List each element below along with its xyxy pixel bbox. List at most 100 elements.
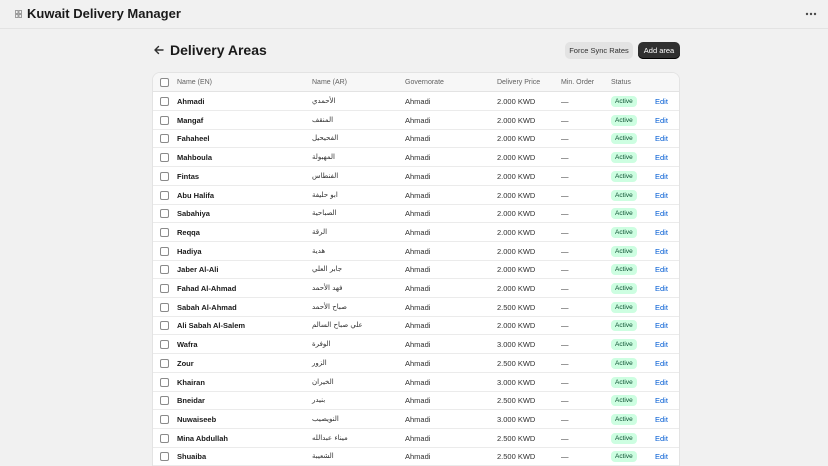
row-checkbox[interactable] [160, 321, 169, 331]
status-badge: Active [611, 376, 637, 388]
edit-link[interactable]: Edit [655, 396, 668, 405]
edit-link[interactable]: Edit [655, 321, 668, 330]
table-row[interactable]: Wafra الوفرة Ahmadi 3.000 KWD — Active Edit [153, 335, 679, 355]
governorate: Ahmadi [405, 284, 431, 293]
row-checkbox[interactable] [160, 227, 169, 237]
row-checkbox[interactable] [160, 265, 169, 275]
table-row[interactable]: Khairan الخيران Ahmadi 3.000 KWD — Active Edit [153, 373, 679, 392]
app-grid-icon [15, 10, 22, 18]
table-row[interactable]: Ahmadi الأحمدي Ahmadi 2.000 KWD — Active Edit [153, 92, 679, 111]
delivery-price: 3.000 KWD [497, 340, 536, 350]
min-order: — [561, 246, 569, 256]
column-header-name-en[interactable]: Name (EN) [177, 78, 212, 87]
column-header-delivery-price[interactable]: Delivery Price [497, 78, 540, 87]
edit-link[interactable]: Edit [655, 172, 668, 181]
row-checkbox[interactable] [160, 171, 169, 181]
row-checkbox[interactable] [160, 358, 169, 368]
governorate: Ahmadi [405, 265, 431, 275]
row-checkbox[interactable] [160, 209, 169, 219]
table-row[interactable]: Mahboula المهبولة Ahmadi 2.000 KWD — Active Ed… [153, 148, 679, 168]
delivery-price: 2.000 KWD [497, 321, 536, 331]
force-sync-rates-button[interactable]: Force Sync Rates [565, 42, 633, 59]
column-header-name-ar[interactable]: Name (AR) [312, 78, 347, 87]
more-menu-button[interactable] [802, 6, 820, 22]
edit-link[interactable]: Edit [655, 209, 668, 218]
add-area-button[interactable]: Add area [638, 42, 680, 59]
table-row[interactable]: Abu Halifa ابو حليفة Ahmadi 2.000 KWD — Activ… [153, 186, 679, 205]
table-row[interactable]: Fahad Al-Ahmad فهد الأحمد Ahmadi 2.000 KWD —… [153, 279, 679, 298]
column-header-status[interactable]: Status [611, 78, 631, 87]
area-name-ar: علي صباح السالم [312, 321, 363, 330]
row-checkbox[interactable] [160, 134, 169, 144]
edit-link[interactable]: Edit [655, 284, 668, 293]
edit-link[interactable]: Edit [655, 97, 668, 106]
back-button[interactable] [152, 43, 166, 57]
table-row[interactable]: Ali Sabah Al-Salem علي صباح السالم Ahmadi 2… [153, 316, 679, 336]
area-name-en: Mahboula [177, 153, 212, 163]
area-name-ar: الأحمدي [312, 97, 336, 105]
status-badge: Active [611, 170, 637, 182]
min-order: — [561, 321, 569, 331]
table-row[interactable]: Fahaheel الفحيحيل Ahmadi 2.000 KWD — Active Ed… [153, 129, 679, 149]
area-name-ar: جابر العلي [312, 265, 343, 274]
row-checkbox[interactable] [160, 396, 169, 406]
edit-link[interactable]: Edit [655, 359, 668, 368]
top-bar: Kuwait Delivery Manager [0, 0, 828, 29]
edit-link[interactable]: Edit [655, 153, 668, 162]
row-checkbox[interactable] [160, 284, 169, 293]
table-row[interactable]: Mangaf المنقف Ahmadi 2.000 KWD — Active Edit [153, 111, 679, 130]
area-name-ar: ميناء عبدالله [312, 433, 348, 442]
edit-link[interactable]: Edit [655, 415, 668, 424]
row-checkbox[interactable] [160, 414, 169, 424]
table-row[interactable]: Shuaiba الشعيبة Ahmadi 2.500 KWD — Active Edit [153, 447, 679, 466]
delivery-price: 2.000 KWD [497, 265, 536, 275]
governorate: Ahmadi [405, 115, 431, 125]
edit-link[interactable]: Edit [655, 265, 668, 274]
table-row[interactable]: Reqqa الرقة Ahmadi 2.000 KWD — Active Edit [153, 223, 679, 242]
edit-link[interactable]: Edit [655, 434, 668, 443]
row-checkbox[interactable] [160, 153, 169, 163]
row-checkbox[interactable] [160, 302, 169, 312]
edit-link[interactable]: Edit [655, 228, 668, 237]
status-badge: Active [611, 208, 637, 220]
table-row[interactable]: Bneidar بنيدر Ahmadi 2.500 KWD — Active Edit [153, 391, 679, 411]
table-row[interactable]: Sabah Al-Ahmad صباح الأحمد Ahmadi 2.500 KWD… [153, 298, 679, 317]
table-row[interactable]: Mina Abdullah ميناء عبدالله Ahmadi 2.500 KW… [153, 429, 679, 448]
governorate: Ahmadi [405, 190, 431, 200]
row-checkbox[interactable] [160, 433, 169, 443]
edit-link[interactable]: Edit [655, 116, 668, 125]
delivery-price: 2.500 KWD [497, 358, 536, 368]
edit-link[interactable]: Edit [655, 134, 668, 143]
row-checkbox[interactable] [160, 190, 169, 200]
governorate: Ahmadi [405, 302, 431, 312]
status-badge: Active [611, 189, 637, 201]
area-name-en: Hadiya [177, 246, 202, 256]
edit-link[interactable]: Edit [655, 303, 668, 312]
edit-link[interactable]: Edit [655, 452, 668, 461]
row-checkbox[interactable] [160, 97, 169, 106]
area-name-ar: الخيران [312, 377, 334, 386]
area-name-en: Sabahiya [177, 209, 210, 219]
row-checkbox[interactable] [160, 340, 169, 350]
column-header-min-order[interactable]: Min. Order [561, 78, 594, 87]
governorate: Ahmadi [405, 153, 431, 163]
table-row[interactable]: Nuwaiseeb النويصيب Ahmadi 3.000 KWD — Active E… [153, 410, 679, 429]
row-checkbox[interactable] [160, 115, 169, 125]
select-all-checkbox[interactable] [160, 78, 169, 87]
table-row[interactable]: Sabahiya الصباحية Ahmadi 2.000 KWD — Active Ed… [153, 204, 679, 224]
row-checkbox[interactable] [160, 377, 169, 387]
row-checkbox[interactable] [160, 246, 169, 256]
table-row[interactable]: Zour الزور Ahmadi 2.500 KWD — Active Edit [153, 354, 679, 373]
edit-link[interactable]: Edit [655, 378, 668, 387]
row-checkbox[interactable] [160, 452, 169, 462]
table-row[interactable]: Hadiya هدية Ahmadi 2.000 KWD — Active Edit [153, 242, 679, 261]
edit-link[interactable]: Edit [655, 340, 668, 349]
edit-link[interactable]: Edit [655, 191, 668, 200]
area-name-ar: الوفرة [312, 340, 331, 349]
area-name-en: Ahmadi [177, 97, 205, 106]
table-row[interactable]: Jaber Al-Ali جابر العلي Ahmadi 2.000 KWD — Ac… [153, 260, 679, 280]
column-header-governorate[interactable]: Governorate [405, 78, 444, 87]
delivery-price: 2.000 KWD [497, 190, 536, 200]
edit-link[interactable]: Edit [655, 247, 668, 256]
table-row[interactable]: Fintas الفنطاس Ahmadi 2.000 KWD — Active Edit [153, 167, 679, 186]
